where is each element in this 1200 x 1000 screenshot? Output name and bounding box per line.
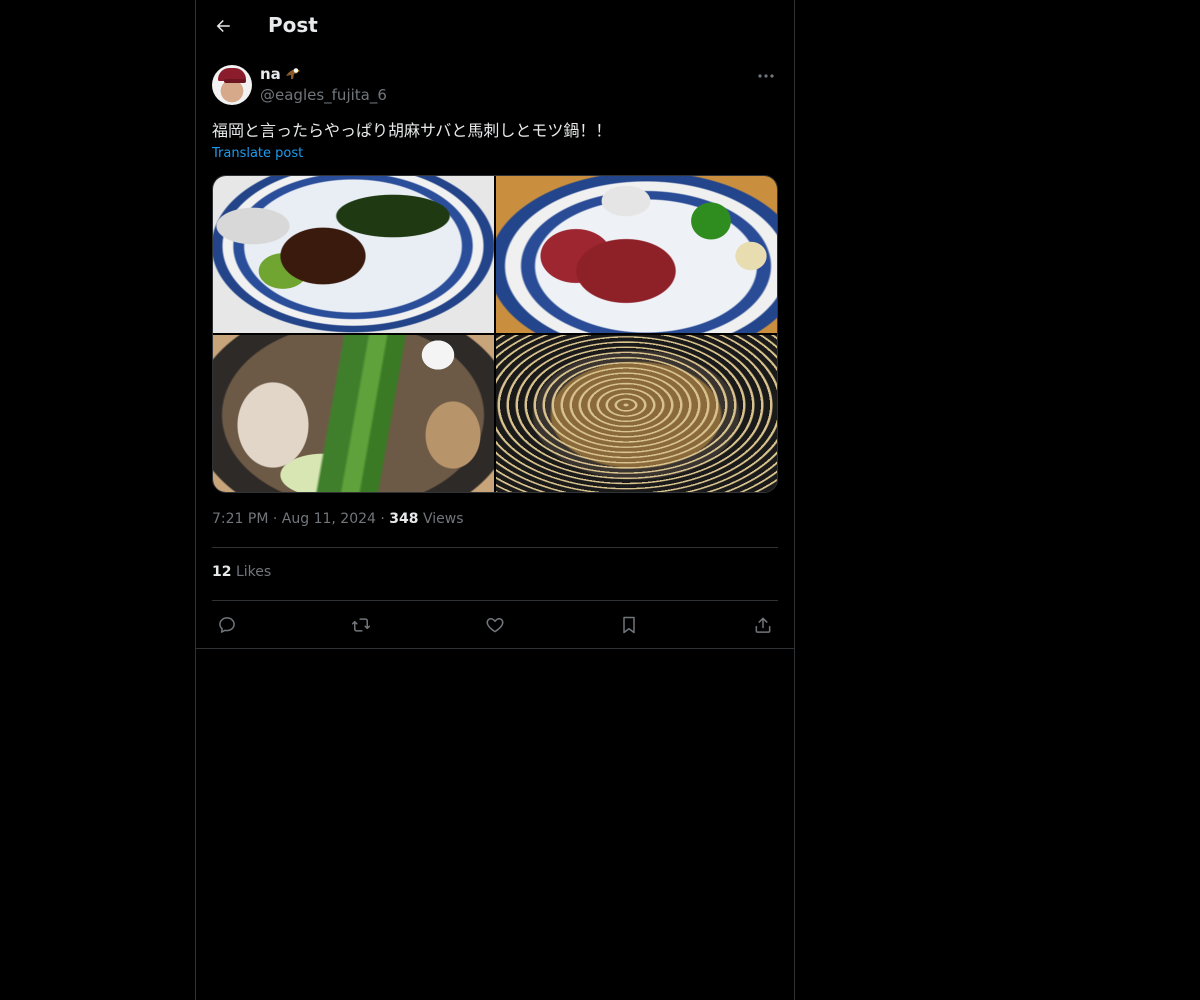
eagle-emoji-icon <box>285 68 300 79</box>
meta-separator: · <box>272 511 282 527</box>
arrow-left-icon <box>216 20 230 32</box>
media-grid <box>212 175 778 493</box>
author-display-name[interactable]: na <box>260 64 281 84</box>
post-date[interactable]: Aug 11, 2024 <box>282 511 376 527</box>
views-label: Views <box>422 511 464 527</box>
more-options-button[interactable] <box>754 66 778 86</box>
action-bar <box>212 613 778 637</box>
meta-separator: · <box>380 511 390 527</box>
post-column: Post na @eagles_fujita_6 福岡と言ったらやっぱり胡麻サバ… <box>195 0 795 1000</box>
repost-button[interactable] <box>346 613 376 637</box>
reply-button[interactable] <box>212 613 242 637</box>
likes-row[interactable]: 12 Likes <box>212 564 271 580</box>
post-time[interactable]: 7:21 PM <box>212 511 268 527</box>
media-photo-motsunabe[interactable] <box>213 335 494 492</box>
reply-icon <box>219 617 235 633</box>
heart-icon <box>486 618 504 633</box>
media-photo-noodle-soup[interactable] <box>496 335 777 492</box>
repost-icon <box>351 618 371 632</box>
page-header: Post <box>196 0 794 53</box>
bookmark-button[interactable] <box>614 613 644 637</box>
share-button[interactable] <box>748 613 778 637</box>
translate-post-link[interactable]: Translate post <box>212 146 303 161</box>
post-bottom-border <box>196 648 794 649</box>
avatar[interactable] <box>212 65 252 105</box>
author-block: na @eagles_fujita_6 <box>260 64 387 106</box>
likes-label: Likes <box>235 564 272 580</box>
author-handle[interactable]: @eagles_fujita_6 <box>260 84 387 106</box>
divider <box>212 547 778 548</box>
back-button[interactable] <box>206 9 240 43</box>
views-count: 348 <box>389 511 419 527</box>
avatar-cap-brim-shape <box>224 79 246 83</box>
bookmark-icon <box>623 616 635 634</box>
share-icon <box>755 617 771 633</box>
likes-count: 12 <box>212 564 232 580</box>
more-horizontal-icon <box>758 74 774 78</box>
media-photo-goma-saba[interactable] <box>213 176 494 333</box>
post-text: 福岡と言ったらやっぱり胡麻サバと馬刺しとモツ鍋！！ <box>212 121 612 140</box>
like-button[interactable] <box>480 613 510 637</box>
divider <box>212 600 778 601</box>
post-meta: 7:21 PM · Aug 11, 2024 · 348 Views <box>212 511 464 527</box>
page-title: Post <box>268 13 318 37</box>
media-photo-basashi[interactable] <box>496 176 777 333</box>
author-display-name-row[interactable]: na <box>260 64 387 84</box>
